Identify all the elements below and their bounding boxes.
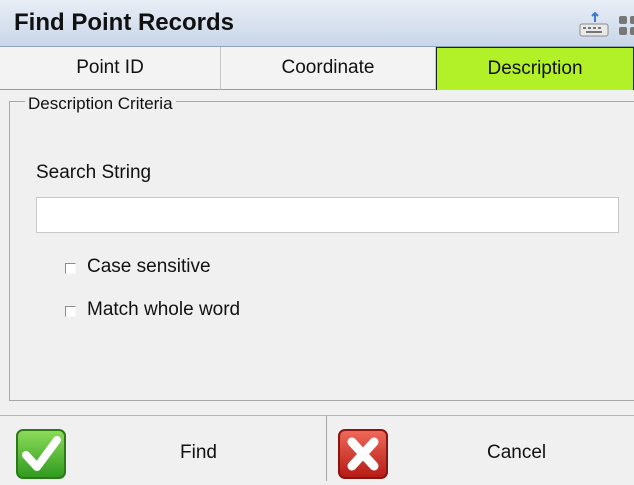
tab-description[interactable]: Description [436,47,634,90]
case-sensitive-label: Case sensitive [87,256,211,277]
cancel-button-label: Cancel [487,442,547,463]
case-sensitive-option[interactable]: Case sensitive [65,256,211,278]
description-criteria-group [9,101,634,401]
find-button[interactable]: Find [0,416,327,481]
options-icon[interactable] [616,12,634,38]
search-string-input[interactable] [36,197,619,233]
tab-bar: Point ID Coordinate Description [0,47,634,91]
find-button-label: Find [180,442,217,463]
group-legend: Description Criteria [25,94,176,114]
checkmark-icon [15,428,67,480]
close-icon [337,428,389,480]
match-whole-word-label: Match whole word [87,299,241,320]
keyboard-icon[interactable] [578,11,610,38]
cancel-button[interactable]: Cancel [327,416,634,481]
case-sensitive-checkbox[interactable] [65,263,76,274]
window-title: Find Point Records [14,9,235,36]
title-bar: Find Point Records [0,0,634,47]
match-whole-word-option[interactable]: Match whole word [65,299,240,321]
tab-point-id[interactable]: Point ID [0,47,221,90]
tab-coordinate[interactable]: Coordinate [221,47,436,90]
match-whole-word-checkbox[interactable] [65,306,76,317]
search-string-label: Search String [36,162,152,183]
button-bar: Find Cancel [0,415,634,481]
